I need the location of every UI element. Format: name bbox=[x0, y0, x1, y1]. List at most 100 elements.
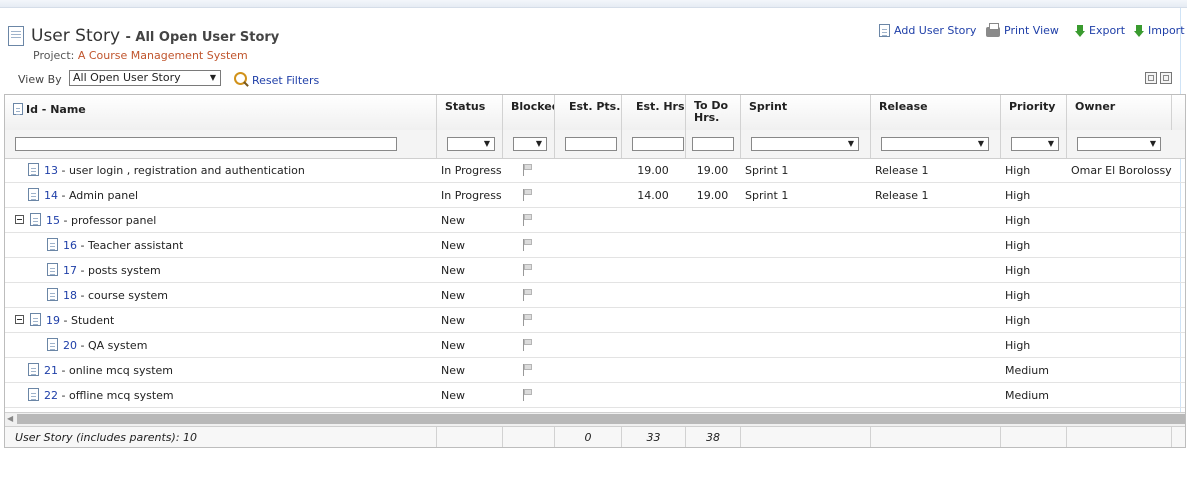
cell-est-hrs: 14.00 bbox=[637, 189, 669, 202]
table-row[interactable]: 22 - offline mcq system New Medium bbox=[5, 383, 1185, 408]
print-view-button[interactable]: Print View bbox=[986, 23, 1059, 37]
footer-cell bbox=[1171, 427, 1185, 447]
footer-todo-hrs: 38 bbox=[685, 427, 740, 447]
filter-cell-blocked bbox=[502, 130, 554, 158]
cell-id-name: 13 - user login , registration and authe… bbox=[28, 158, 305, 183]
story-id-link[interactable]: 22 bbox=[44, 389, 58, 402]
story-id-link[interactable]: 15 bbox=[46, 214, 60, 227]
project-link[interactable]: A Course Management System bbox=[78, 49, 248, 62]
expand-all-icon[interactable] bbox=[1145, 72, 1157, 84]
flag-icon[interactable] bbox=[523, 289, 533, 301]
footer-est-hrs: 33 bbox=[621, 427, 685, 447]
collapse-toggle-icon[interactable] bbox=[15, 315, 24, 324]
cell-sprint: Sprint 1 bbox=[745, 189, 789, 202]
table-row[interactable]: 15 - professor panel New High bbox=[5, 208, 1185, 233]
footer-cell bbox=[740, 427, 870, 447]
flag-icon[interactable] bbox=[523, 389, 533, 401]
flag-icon[interactable] bbox=[523, 189, 533, 201]
table-row[interactable]: 19 - Student New High bbox=[5, 308, 1185, 333]
title-subtitle: - All Open User Story bbox=[125, 30, 280, 45]
story-name: - professor panel bbox=[60, 214, 157, 227]
cell-id-name: 19 - Student bbox=[15, 308, 114, 333]
story-id-link[interactable]: 14 bbox=[44, 189, 58, 202]
scrollbar-thumb[interactable] bbox=[17, 414, 1185, 424]
column-header-todo-hrs[interactable]: To Do Hrs. bbox=[685, 95, 740, 130]
flag-icon[interactable] bbox=[523, 364, 533, 376]
column-header-label: Priority bbox=[1009, 100, 1056, 113]
table-row[interactable]: 21 - online mcq system New Medium bbox=[5, 358, 1185, 383]
column-header-est-hrs[interactable]: Est. Hrs. bbox=[621, 95, 685, 130]
flag-icon[interactable] bbox=[523, 314, 533, 326]
cell-status: New bbox=[441, 314, 465, 327]
release-filter-select[interactable] bbox=[881, 137, 989, 151]
filter-cell-priority bbox=[1000, 130, 1066, 158]
story-id-link[interactable]: 17 bbox=[63, 264, 77, 277]
flag-icon[interactable] bbox=[523, 339, 533, 351]
column-header-label: Id - Name bbox=[26, 103, 86, 116]
table-row[interactable]: 16 - Teacher assistant New High bbox=[5, 233, 1185, 258]
table-row[interactable]: 20 - QA system New High bbox=[5, 333, 1185, 358]
table-row[interactable]: 17 - posts system New High bbox=[5, 258, 1185, 283]
table-row[interactable]: 18 - course system New High bbox=[5, 283, 1185, 308]
story-document-icon bbox=[47, 263, 58, 276]
cell-est-hrs bbox=[621, 233, 685, 258]
todo-hrs-filter-input[interactable] bbox=[692, 137, 734, 151]
cell-todo-hrs bbox=[685, 258, 740, 283]
add-user-story-button[interactable]: Add User Story bbox=[879, 24, 976, 37]
story-name: - Teacher assistant bbox=[77, 239, 184, 252]
column-header-blocked[interactable]: Blocked bbox=[502, 95, 554, 130]
story-id-link[interactable]: 21 bbox=[44, 364, 58, 377]
export-button[interactable]: Export bbox=[1075, 24, 1125, 37]
est-hrs-filter-input[interactable] bbox=[632, 137, 684, 151]
story-id-link[interactable]: 16 bbox=[63, 239, 77, 252]
view-by-select[interactable]: All Open User Story ▼ bbox=[69, 70, 221, 86]
column-header-status[interactable]: Status bbox=[436, 95, 502, 130]
import-button[interactable]: Import bbox=[1134, 24, 1185, 37]
filter-cell-release bbox=[870, 130, 1000, 158]
cell-todo-hrs bbox=[685, 308, 740, 333]
add-user-story-label: Add User Story bbox=[894, 24, 977, 37]
collapse-toggle-icon[interactable] bbox=[15, 215, 24, 224]
story-id-link[interactable]: 18 bbox=[63, 289, 77, 302]
owner-filter-select[interactable] bbox=[1077, 137, 1161, 151]
priority-filter-select[interactable] bbox=[1011, 137, 1059, 151]
table-row[interactable]: 14 - Admin panel In Progress 14.00 19.00 Spr… bbox=[5, 183, 1185, 208]
column-header-sprint[interactable]: Sprint bbox=[740, 95, 870, 130]
story-id-link[interactable]: 20 bbox=[63, 339, 77, 352]
column-header-label: Blocked bbox=[511, 100, 554, 113]
scroll-left-icon[interactable]: ◀ bbox=[7, 413, 13, 425]
cell-todo-hrs: 19.00 bbox=[696, 164, 729, 177]
cell-owner: Omar El Borolossy bbox=[1071, 164, 1172, 177]
reset-filters-link[interactable]: Reset Filters bbox=[234, 72, 319, 87]
column-header-owner[interactable]: Owner bbox=[1066, 95, 1171, 130]
status-filter-select[interactable] bbox=[447, 137, 495, 151]
horizontal-scrollbar[interactable]: ◀ bbox=[5, 412, 1185, 426]
flag-icon[interactable] bbox=[523, 239, 533, 251]
story-id-link[interactable]: 19 bbox=[46, 314, 60, 327]
cell-id-name: 18 - course system bbox=[47, 283, 168, 308]
flag-icon[interactable] bbox=[523, 214, 533, 226]
story-name: - Admin panel bbox=[58, 189, 139, 202]
blocked-filter-select[interactable] bbox=[513, 137, 547, 151]
cell-sprint: Sprint 1 bbox=[745, 164, 789, 177]
table-row[interactable]: 13 - user login , registration and authe… bbox=[5, 158, 1185, 183]
column-header-release[interactable]: Release bbox=[870, 95, 1000, 130]
column-header-priority[interactable]: Priority bbox=[1000, 95, 1066, 130]
flag-icon[interactable] bbox=[523, 264, 533, 276]
cell-est-hrs bbox=[621, 383, 685, 408]
id-name-filter-input[interactable] bbox=[15, 137, 397, 151]
column-header-label: Release bbox=[879, 100, 928, 113]
column-header-est-pts[interactable]: Est. Pts. bbox=[554, 95, 621, 130]
story-id-link[interactable]: 13 bbox=[44, 164, 58, 177]
document-icon bbox=[8, 26, 24, 46]
column-header-label: Est. Hrs. bbox=[636, 100, 685, 113]
sprint-filter-select[interactable] bbox=[751, 137, 859, 151]
flag-icon[interactable] bbox=[523, 164, 533, 176]
add-document-icon bbox=[879, 24, 890, 37]
est-pts-filter-input[interactable] bbox=[565, 137, 617, 151]
column-header-id-name[interactable]: Id - Name bbox=[5, 95, 436, 130]
collapse-all-icon[interactable] bbox=[1160, 72, 1172, 84]
story-name: - course system bbox=[77, 289, 168, 302]
cell-priority: High bbox=[1005, 289, 1031, 302]
cell-status: New bbox=[441, 389, 465, 402]
